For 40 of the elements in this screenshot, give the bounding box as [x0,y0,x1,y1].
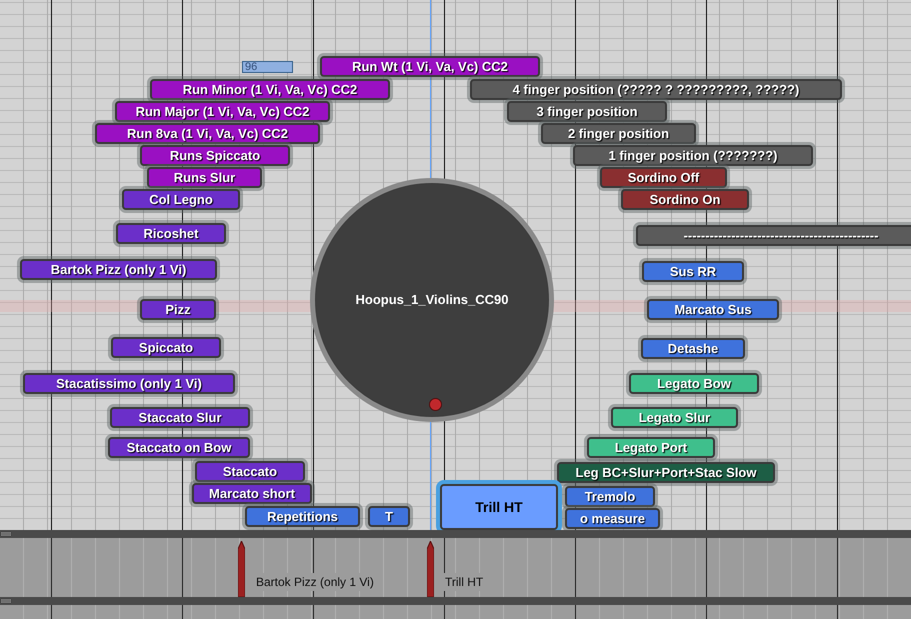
articulation-button[interactable]: Pizz [140,299,216,320]
articulation-button[interactable]: Run Wt (1 Vi, Va, Vc) CC2 [320,56,540,77]
articulation-button[interactable]: Col Legno [122,189,240,210]
articulation-button[interactable]: Sordino On [621,189,749,210]
articulation-button[interactable]: 4 finger position (????? ? ?????????, ?????) [470,79,842,100]
articulation-button[interactable]: Staccato [195,461,305,482]
articulation-button[interactable]: 2 finger position [541,123,696,144]
grip-icon[interactable] [1,532,11,536]
articulation-button[interactable]: 3 finger position [507,101,667,122]
dial-handle[interactable] [429,398,442,411]
articulation-button[interactable]: --------------------------------------------- [636,225,911,246]
articulation-button[interactable]: Spiccato [111,337,221,358]
articulation-button[interactable]: Tremolo [565,486,655,507]
marker-label: Bartok Pizz (only 1 Vi) [254,573,376,591]
articulation-button[interactable]: o measure [565,508,660,529]
grip-icon[interactable] [1,599,11,603]
articulation-button[interactable]: Staccato Slur [110,407,250,428]
articulation-button[interactable]: Sus RR [642,261,744,282]
marker-label: Trill HT [443,573,486,591]
articulation-button[interactable]: Repetitions [245,506,360,527]
articulation-button[interactable]: Leg BC+Slur+Port+Stac Slow [557,462,775,483]
articulation-button[interactable]: Run 8va (1 Vi, Va, Vc) CC2 [95,123,320,144]
articulation-button[interactable]: Staccato on Bow [108,437,250,458]
articulation-button[interactable]: Marcato short [192,483,312,504]
articulation-button[interactable]: Bartok Pizz (only 1 Vi) [20,259,217,280]
articulation-button[interactable]: Sordino Off [600,167,727,188]
marker-flag-icon[interactable] [238,541,245,597]
dial-title: Hoopus_1_Violins_CC90 [356,291,508,310]
marker-flag-icon[interactable] [427,541,434,597]
articulation-button[interactable]: Run Minor (1 Vi, Va, Vc) CC2 [150,79,390,100]
articulation-button[interactable]: T [368,506,410,527]
articulation-button[interactable]: Detashe [641,338,745,359]
articulation-button[interactable]: Runs Spiccato [140,145,290,166]
articulation-button[interactable]: 1 finger position (???????) [573,145,813,166]
articulation-button[interactable]: Runs Slur [147,167,262,188]
articulation-button[interactable]: Marcato Sus [647,299,779,320]
articulation-button[interactable]: Stacatissimo (only 1 Vi) [23,373,235,394]
articulation-button[interactable]: Ricoshet [116,223,226,244]
articulation-button[interactable]: Run Major (1 Vi, Va, Vc) CC2 [115,101,330,122]
value-field[interactable]: 96 [242,61,293,73]
